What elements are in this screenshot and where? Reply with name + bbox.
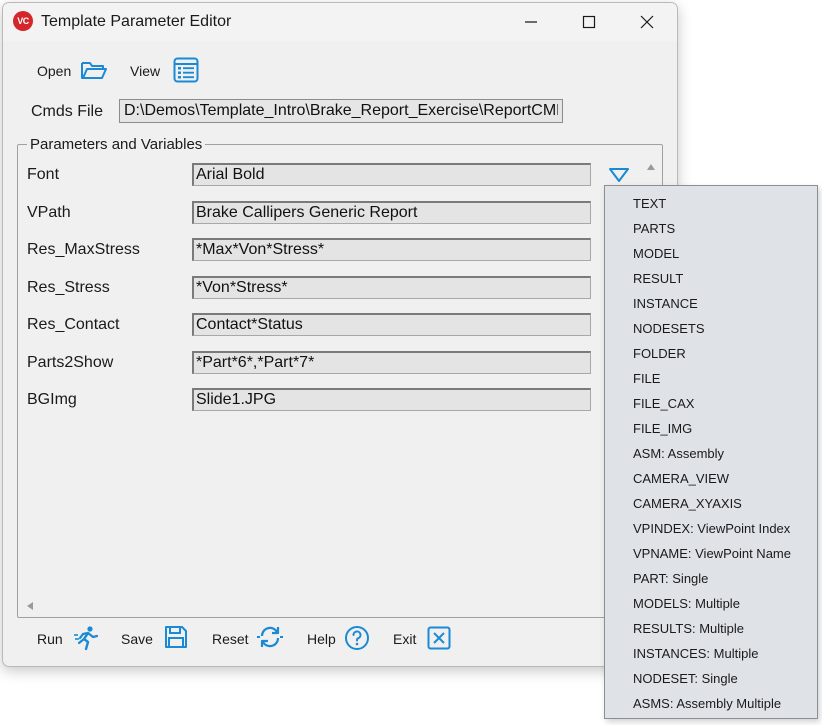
dropdown-item[interactable]: INSTANCES: Multiple <box>633 646 758 661</box>
param-label-res-contact: Res_Contact <box>27 316 120 333</box>
dropdown-item[interactable]: CAMERA_XYAXIS <box>633 496 742 511</box>
dropdown-item[interactable]: NODESETS <box>633 321 705 336</box>
open-button[interactable] <box>80 58 108 87</box>
scroll-left-arrow[interactable] <box>23 599 37 613</box>
run-label[interactable]: Run <box>37 631 63 647</box>
dropdown-item[interactable]: CAMERA_VIEW <box>633 471 729 486</box>
parameters-group-title: Parameters and Variables <box>27 136 206 153</box>
refresh-icon <box>257 626 283 648</box>
help-label[interactable]: Help <box>307 631 336 647</box>
exit-label[interactable]: Exit <box>393 631 416 647</box>
dropdown-item[interactable]: PARTS <box>633 221 675 236</box>
dropdown-item[interactable]: FILE_IMG <box>633 421 692 436</box>
dropdown-item[interactable]: MODEL <box>633 246 679 261</box>
help-button[interactable] <box>344 625 370 656</box>
app-logo: VC <box>13 11 33 31</box>
close-box-icon <box>427 626 451 650</box>
list-view-icon <box>173 57 199 83</box>
save-button[interactable] <box>164 625 188 654</box>
cmds-file-label: Cmds File <box>31 103 104 120</box>
param-input-bgimg[interactable] <box>192 388 591 411</box>
dropdown-item[interactable]: FILE <box>633 371 660 386</box>
param-label-vpath: VPath <box>27 204 71 221</box>
param-input-font[interactable] <box>192 163 591 186</box>
dropdown-item[interactable]: PART: Single <box>633 571 708 586</box>
reset-label[interactable]: Reset <box>212 631 249 647</box>
main-window: VC Template Parameter Editor Open View C… <box>2 2 678 667</box>
param-label-font: Font <box>27 166 60 183</box>
param-input-vpath[interactable] <box>192 201 591 224</box>
dropdown-item[interactable]: ASM: Assembly <box>633 446 724 461</box>
param-input-res-maxstress[interactable] <box>192 238 591 261</box>
dropdown-item[interactable]: NODESET: Single <box>633 671 738 686</box>
run-button[interactable] <box>73 625 101 656</box>
param-label-parts2show: Parts2Show <box>27 354 114 371</box>
title-bar[interactable]: VC Template Parameter Editor <box>3 3 677 41</box>
font-type-dropdown-list[interactable]: TEXT PARTS MODEL RESULT INSTANCE NODESET… <box>604 185 818 719</box>
param-label-bgimg: BGImg <box>27 391 77 408</box>
param-label-res-stress: Res_Stress <box>27 279 110 296</box>
param-input-res-contact[interactable] <box>192 313 591 336</box>
save-label[interactable]: Save <box>121 631 153 647</box>
maximize-icon <box>582 15 596 29</box>
open-label[interactable]: Open <box>37 63 71 79</box>
maximize-button[interactable] <box>560 3 618 41</box>
dropdown-item[interactable]: RESULT <box>633 271 683 286</box>
dropdown-item[interactable]: RESULTS: Multiple <box>633 621 744 636</box>
scroll-up-icon <box>647 164 655 170</box>
cmds-file-input[interactable] <box>119 99 563 123</box>
exit-button[interactable] <box>427 626 451 655</box>
dropdown-item[interactable]: TEXT <box>633 196 666 211</box>
param-label-res-maxstress: Res_MaxStress <box>27 241 140 258</box>
dropdown-item[interactable]: MODELS: Multiple <box>633 596 740 611</box>
dropdown-item[interactable]: VPNAME: ViewPoint Name <box>633 546 791 561</box>
dropdown-item[interactable]: ASMS: Assembly Multiple <box>633 696 781 711</box>
triangle-down-icon <box>609 168 629 182</box>
minimize-icon <box>525 21 537 23</box>
scroll-left-icon <box>27 602 33 610</box>
param-input-parts2show[interactable] <box>192 351 591 374</box>
view-label[interactable]: View <box>130 63 160 79</box>
running-person-icon <box>74 626 99 651</box>
param-input-res-stress[interactable] <box>192 276 591 299</box>
question-circle-icon <box>345 626 369 650</box>
dropdown-item[interactable]: FILE_CAX <box>633 396 694 411</box>
dropdown-item[interactable]: FOLDER <box>633 346 686 361</box>
dropdown-item[interactable]: VPINDEX: ViewPoint Index <box>633 521 790 536</box>
minimize-button[interactable] <box>502 3 560 41</box>
window-title: Template Parameter Editor <box>41 13 232 30</box>
view-button[interactable] <box>173 57 199 88</box>
reset-button[interactable] <box>256 624 284 655</box>
dropdown-item[interactable]: INSTANCE <box>633 296 698 311</box>
close-button[interactable] <box>618 3 676 41</box>
scroll-up-arrow[interactable] <box>644 160 658 174</box>
floppy-disk-icon <box>165 626 187 648</box>
folder-open-icon <box>81 62 107 79</box>
font-dropdown-button[interactable] <box>608 167 630 183</box>
close-icon <box>640 15 654 29</box>
